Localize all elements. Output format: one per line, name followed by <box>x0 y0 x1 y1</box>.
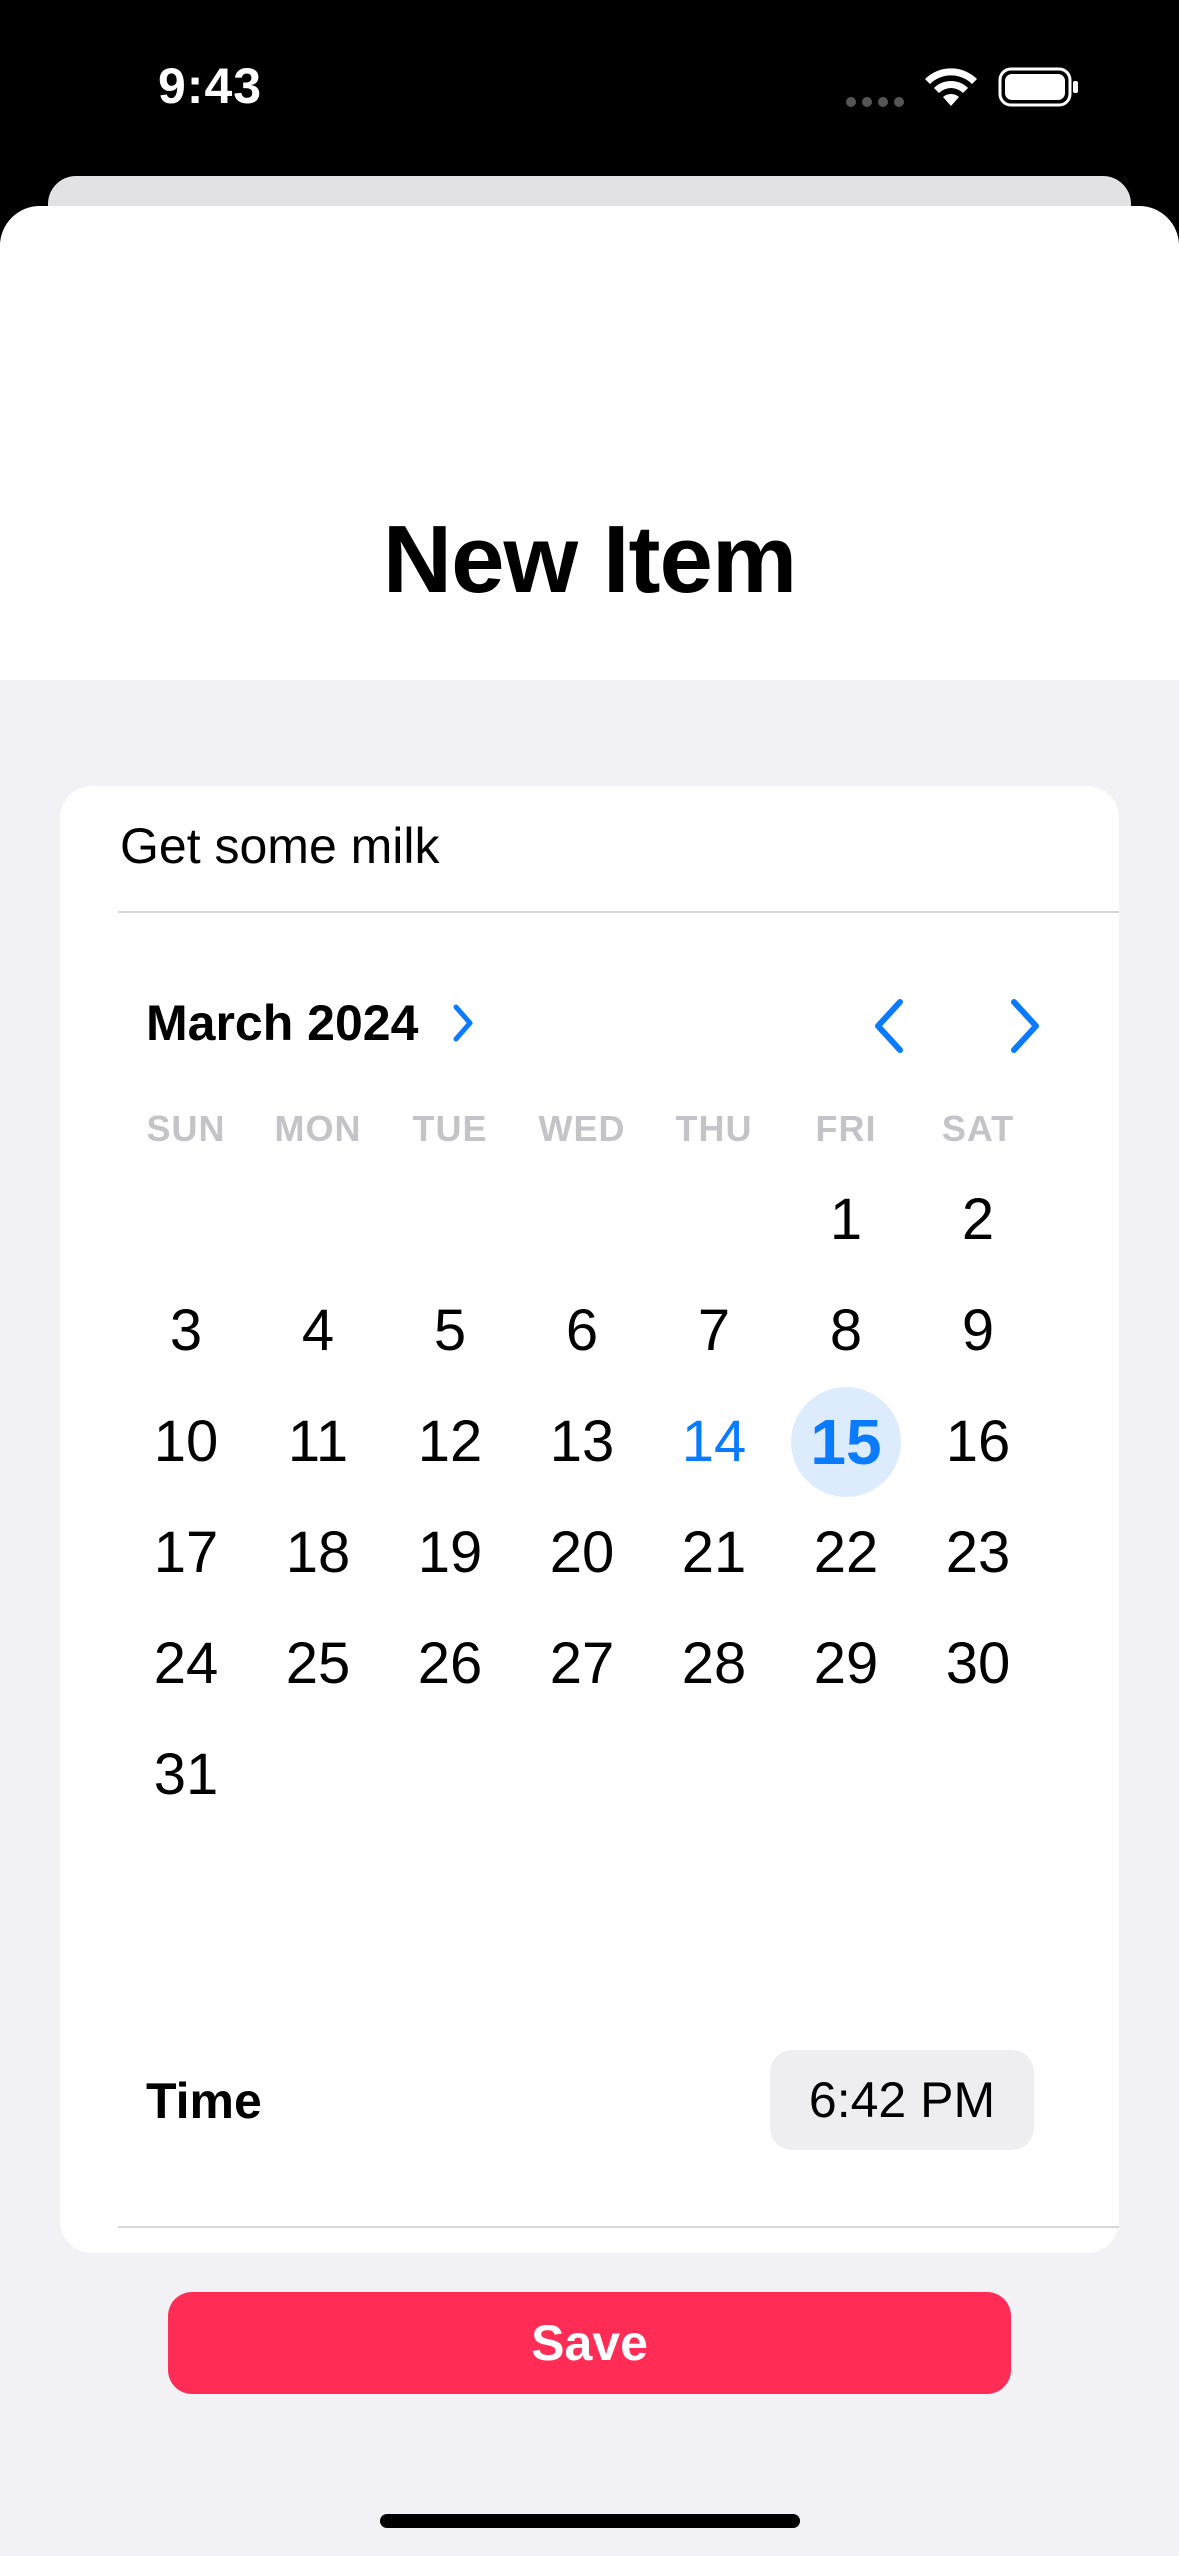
save-button[interactable]: Save <box>168 2292 1011 2394</box>
calendar-day-26[interactable]: 26 <box>384 1608 516 1719</box>
calendar-day-29[interactable]: 29 <box>780 1608 912 1719</box>
calendar-day-5[interactable]: 5 <box>384 1275 516 1386</box>
home-indicator <box>380 2514 800 2528</box>
previous-month-button[interactable] <box>850 986 930 1066</box>
chevron-left-icon <box>875 999 903 1053</box>
calendar-day-12[interactable]: 12 <box>384 1386 516 1497</box>
calendar-day-label: 19 <box>417 1520 483 1585</box>
calendar-day-4[interactable]: 4 <box>252 1275 384 1386</box>
empty-day-cell <box>516 1164 648 1275</box>
weekday-label-sun: SUN <box>146 1108 226 1149</box>
calendar-day-28[interactable]: 28 <box>648 1608 780 1719</box>
calendar-day-label: 10 <box>153 1409 219 1474</box>
empty-day-cell <box>648 1164 780 1275</box>
calendar-day-label: 6 <box>565 1298 599 1363</box>
chevron-right-icon[interactable] <box>448 1001 478 1045</box>
calendar-day-label: 27 <box>549 1631 615 1696</box>
calendar-day-2[interactable]: 2 <box>912 1164 1044 1275</box>
weekday-label-mon: MON <box>274 1108 362 1149</box>
time-picker-button[interactable]: 6:42 PM <box>770 2050 1034 2150</box>
calendar-day-3[interactable]: 3 <box>120 1275 252 1386</box>
calendar-day-label: 14 <box>681 1409 747 1474</box>
calendar-day-8[interactable]: 8 <box>780 1275 912 1386</box>
calendar-day-11[interactable]: 11 <box>252 1386 384 1497</box>
calendar-day-7[interactable]: 7 <box>648 1275 780 1386</box>
calendar-day-label: 22 <box>813 1520 879 1585</box>
status-time: 9:43 <box>158 58 263 114</box>
calendar-day-22[interactable]: 22 <box>780 1497 912 1608</box>
chevron-right-icon <box>1011 999 1039 1053</box>
calendar-day-13[interactable]: 13 <box>516 1386 648 1497</box>
calendar-day-23[interactable]: 23 <box>912 1497 1044 1608</box>
time-label: Time <box>146 2073 262 2129</box>
calendar-grid: 1 2 3 4 5 6 7 8 9 10 11 12 13 14 15 16 17 18 19 20 21 22 23 24 2… <box>120 1164 1044 1830</box>
empty-day-cell <box>252 1164 384 1275</box>
calendar-day-label: 11 <box>287 1409 349 1474</box>
status-bar: 9:43 <box>0 0 1179 176</box>
calendar-day-label: 2 <box>961 1187 995 1252</box>
empty-day-cell <box>384 1164 516 1275</box>
calendar-day-1[interactable]: 1 <box>780 1164 912 1275</box>
calendar-day-label: 20 <box>549 1520 615 1585</box>
wifi-icon <box>925 68 977 106</box>
new-item-sheet: New Item March 2024 SUN MON TUE WED THU FRI SA… <box>0 206 1179 2556</box>
calendar-day-label: 15 <box>810 1405 882 1478</box>
calendar-day-label: 3 <box>169 1298 203 1363</box>
weekday-label-sat: SAT <box>941 1108 1015 1149</box>
calendar-day-label: 7 <box>697 1298 731 1363</box>
calendar-day-18[interactable]: 18 <box>252 1497 384 1608</box>
calendar-day-label: 25 <box>285 1631 351 1696</box>
sheet-header: New Item <box>0 206 1179 680</box>
calendar-day-label: 23 <box>945 1520 1011 1585</box>
calendar-day-label: 4 <box>301 1298 335 1363</box>
page-title: New Item <box>382 506 797 613</box>
calendar-day-10[interactable]: 10 <box>120 1386 252 1497</box>
battery-icon <box>998 67 1078 107</box>
calendar-day-24[interactable]: 24 <box>120 1608 252 1719</box>
calendar-day-15[interactable]: 15 <box>780 1386 912 1497</box>
weekday-label-tue: TUE <box>412 1108 488 1149</box>
calendar-day-6[interactable]: 6 <box>516 1275 648 1386</box>
calendar-day-label: 30 <box>945 1631 1011 1696</box>
calendar-day-label: 17 <box>153 1520 219 1585</box>
calendar-day-17[interactable]: 17 <box>120 1497 252 1608</box>
calendar-day-27[interactable]: 27 <box>516 1608 648 1719</box>
calendar-day-label: 16 <box>945 1409 1011 1474</box>
calendar-day-21[interactable]: 21 <box>648 1497 780 1608</box>
calendar-day-label: 8 <box>829 1298 863 1363</box>
divider <box>118 2226 1119 2228</box>
calendar-day-label: 13 <box>549 1409 615 1474</box>
calendar-day-label: 26 <box>417 1631 483 1696</box>
calendar-day-label: 29 <box>813 1631 879 1696</box>
calendar-day-30[interactable]: 30 <box>912 1608 1044 1719</box>
weekday-label-wed: WED <box>538 1108 626 1149</box>
calendar-day-label: 18 <box>285 1520 351 1585</box>
form-card: March 2024 SUNMONTUEWEDTHUFRISAT 1234567… <box>60 786 1119 2394</box>
next-month-button[interactable] <box>984 986 1064 1066</box>
calendar-day-label: 21 <box>681 1520 747 1585</box>
calendar-day-19[interactable]: 19 <box>384 1497 516 1608</box>
calendar-day-label: 31 <box>153 1742 219 1807</box>
calendar-day-31[interactable]: 31 <box>120 1719 252 1830</box>
calendar-day-9[interactable]: 9 <box>912 1275 1044 1386</box>
calendar-day-16[interactable]: 16 <box>912 1386 1044 1497</box>
weekday-label-thu: THU <box>675 1108 753 1149</box>
calendar-day-25[interactable]: 25 <box>252 1608 384 1719</box>
calendar-day-label: 24 <box>153 1631 219 1696</box>
divider <box>118 911 1119 913</box>
calendar-day-label: 1 <box>829 1187 863 1252</box>
month-year-label[interactable]: March 2024 <box>146 998 418 1048</box>
weekday-label-fri: FRI <box>815 1108 877 1149</box>
calendar-day-14[interactable]: 14 <box>648 1386 780 1497</box>
calendar-day-label: 9 <box>961 1298 995 1363</box>
calendar-day-label: 5 <box>433 1298 467 1363</box>
weekday-header: SUN MON TUE WED THU FRI SAT <box>120 1111 1044 1147</box>
empty-day-cell <box>120 1164 252 1275</box>
item-title-input[interactable] <box>120 816 1020 876</box>
cellular-signal-icon <box>846 97 904 107</box>
calendar-day-label: 12 <box>417 1409 483 1474</box>
calendar-day-20[interactable]: 20 <box>516 1497 648 1608</box>
calendar-day-label: 28 <box>681 1631 747 1696</box>
